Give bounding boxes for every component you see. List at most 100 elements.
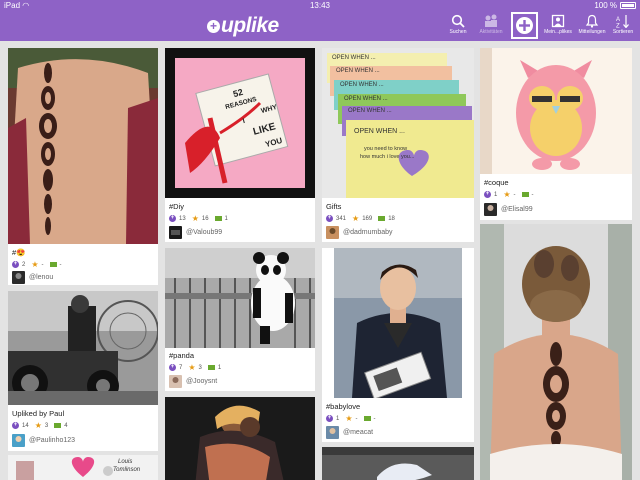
post-stats: +1 ★ - - [326, 415, 382, 423]
svg-text:A: A [616, 17, 620, 23]
post-card[interactable]: OPEN WHEN ... OPEN WHEN ... OPEN WHEN ..… [322, 48, 474, 242]
post-card[interactable]: 52 REASONS WHY I LIKE YOU #Diy +13 ★ 16 1… [165, 48, 315, 242]
image-text: OPEN WHEN ... [340, 82, 384, 88]
comment-icon [378, 216, 386, 221]
post-author[interactable]: @meacat [326, 426, 373, 439]
uplike-count[interactable]: +1 [484, 191, 497, 198]
post-stats: +1 ★ - - [484, 190, 540, 199]
post-feed[interactable]: #😍 +2 ★ - - @lenou Upliked by Paul + 14 … [0, 41, 640, 480]
add-icon [516, 17, 533, 34]
post-card[interactable] [480, 224, 632, 480]
sort-icon: AZ [616, 15, 629, 29]
status-bar: iPad ◠ 13:43 100 % [0, 0, 640, 12]
post-stats: +341 ★ 169 18 [326, 214, 401, 223]
post-card[interactable]: #coque +1 ★ - - @Elisal99 [480, 48, 632, 220]
uplike-count[interactable]: +2 [12, 261, 25, 268]
avatar [169, 226, 182, 239]
avatar [326, 226, 339, 239]
top-nav-bar: + uplike Suchen Aktivitäten Mein...plike… [0, 12, 640, 41]
add-post-button[interactable] [511, 12, 538, 39]
star-icon: ★ [34, 421, 42, 430]
comment-count[interactable]: 1 [214, 216, 228, 222]
star-count[interactable]: ★ 16 [191, 214, 209, 223]
search-button[interactable]: Suchen [441, 12, 475, 40]
uplike-count[interactable]: +7 [169, 364, 182, 371]
star-icon: ★ [503, 190, 511, 199]
logo-plus-icon: + [207, 19, 220, 33]
avatar [12, 434, 25, 447]
uplike-count[interactable]: +341 [326, 215, 346, 222]
comment-icon [54, 423, 62, 428]
comment-icon [363, 416, 371, 421]
activity-button[interactable]: Aktivitäten [474, 12, 508, 40]
uplike-count[interactable]: +1 [326, 415, 339, 422]
post-stats: +7 ★ 3 1 [169, 364, 227, 372]
avatar [12, 271, 25, 284]
post-author[interactable]: @Valoub99 [169, 226, 222, 239]
image-text: OPEN WHEN ... [336, 68, 380, 74]
post-caption: #😍 [12, 248, 26, 257]
post-card[interactable] [322, 447, 474, 480]
uplike-icon: + [169, 215, 176, 222]
star-count[interactable]: ★ - [345, 415, 357, 423]
star-count[interactable]: ★ 3 [34, 421, 49, 430]
post-card[interactable]: #😍 +2 ★ - - @lenou [8, 48, 158, 285]
uplike-count[interactable]: +14 [12, 422, 29, 429]
post-card[interactable]: #panda +7 ★ 3 1 @Jooysnt [165, 248, 315, 391]
star-count[interactable]: ★ 3 [188, 364, 202, 372]
post-image[interactable] [165, 397, 315, 480]
post-card[interactable]: #babylove +1 ★ - - @meacat [322, 248, 474, 442]
post-image[interactable] [165, 48, 315, 198]
image-text: OPEN WHEN ... [332, 55, 376, 61]
post-image[interactable] [8, 48, 158, 244]
status-time: 13:43 [309, 1, 331, 10]
post-caption: Gifts [326, 202, 342, 211]
post-stats: +14 ★ 3 4 [12, 421, 74, 430]
post-caption: #babylove [326, 402, 361, 411]
uplike-count[interactable]: +13 [169, 215, 186, 222]
star-count[interactable]: ★ - [503, 190, 515, 199]
post-author[interactable]: @dadmumbaby [326, 226, 393, 239]
uplike-icon: + [12, 261, 19, 268]
post-card[interactable] [165, 397, 315, 480]
comment-count[interactable]: - [363, 416, 376, 422]
comment-count[interactable]: 18 [378, 216, 395, 222]
post-author[interactable]: @Jooysnt [169, 375, 217, 388]
uplike-icon: + [326, 215, 333, 222]
sort-button[interactable]: AZ Sortieren [606, 12, 640, 40]
post-image[interactable] [8, 291, 158, 405]
comment-icon [49, 262, 57, 267]
star-icon: ★ [191, 214, 199, 223]
post-author[interactable]: @Elisal99 [484, 203, 533, 216]
battery-icon [620, 2, 636, 9]
star-icon: ★ [352, 214, 360, 223]
profile-icon [551, 14, 565, 28]
star-icon: ★ [31, 260, 39, 269]
comment-count[interactable]: - [49, 262, 62, 268]
activity-people-icon [485, 14, 497, 27]
battery-indicator: 100 % [594, 1, 636, 10]
uplike-icon: + [484, 191, 491, 198]
post-card[interactable]: Upliked by Paul +14 ★ 3 4 @Paulinho123 [8, 291, 158, 451]
post-card[interactable]: Louis Tomlinson [8, 455, 158, 480]
post-stats: +2 ★ - - [12, 260, 68, 269]
notifications-button[interactable]: Mitteilungen [575, 12, 609, 40]
post-author[interactable]: @Paulinho123 [12, 434, 75, 447]
svg-text:Z: Z [616, 24, 620, 29]
comment-count[interactable]: - [521, 192, 534, 198]
star-count[interactable]: ★ 169 [352, 214, 372, 223]
my-uplikes-button[interactable]: Mein...plikes [541, 12, 575, 40]
comment-count[interactable]: 1 [207, 365, 221, 371]
post-caption: #coque [484, 178, 509, 187]
comment-count[interactable]: 4 [54, 423, 68, 429]
post-image[interactable] [165, 248, 315, 348]
post-image[interactable] [480, 224, 632, 480]
comment-icon [207, 365, 215, 370]
post-image[interactable] [480, 48, 632, 174]
post-image[interactable] [322, 447, 474, 480]
star-count[interactable]: ★ - [31, 260, 43, 269]
uplike-icon: + [326, 415, 333, 422]
post-author[interactable]: @lenou [12, 271, 53, 284]
image-text: Louis [118, 459, 133, 465]
post-image[interactable] [322, 248, 474, 398]
